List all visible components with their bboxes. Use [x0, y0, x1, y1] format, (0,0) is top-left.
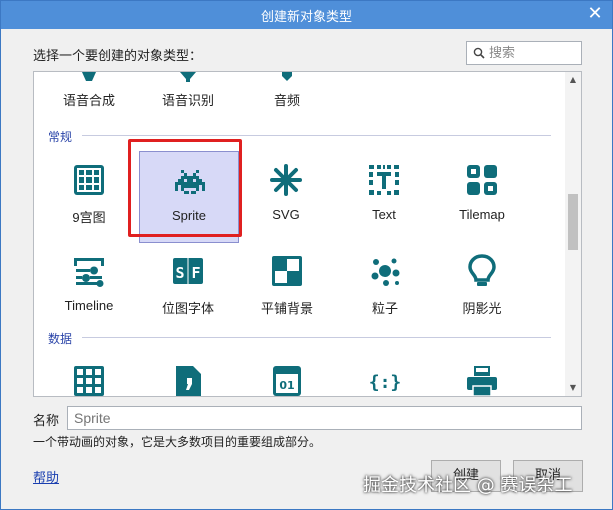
svg-text:01: 01 — [279, 379, 294, 392]
prompt-text: 选择一个要创建的对象类型： — [33, 49, 203, 64]
speech-synthesis-icon — [82, 72, 96, 81]
name-input[interactable] — [67, 406, 582, 430]
svg-text:{:}: {:} — [369, 372, 402, 393]
svg-asterisk-icon — [270, 164, 302, 196]
speech-recognition-icon — [180, 72, 196, 82]
tiled-background-icon — [272, 256, 302, 286]
particles-icon — [371, 258, 400, 286]
audio-icon — [282, 72, 292, 81]
help-link[interactable]: 帮助 — [33, 467, 59, 486]
category-title-general: 常规 — [48, 130, 73, 144]
name-label: 名称 — [33, 414, 60, 429]
object-item-label: 粒子 — [371, 301, 398, 316]
close-icon[interactable]: ✕ — [586, 4, 604, 24]
nine-patch-icon — [74, 165, 104, 195]
scroll-down-icon[interactable]: ▼ — [565, 380, 581, 396]
object-item-label: 语音合成 — [62, 94, 115, 109]
object-item-local-storage[interactable]: 01 — [237, 352, 337, 396]
grid-table-icon — [74, 366, 104, 396]
dialog-title: 创建新对象类型 — [260, 10, 352, 25]
category-title-data: 数据 — [48, 332, 73, 346]
object-item-grid-table[interactable] — [39, 352, 139, 396]
selection-highlight — [128, 139, 242, 237]
svg-text:S: S — [175, 264, 184, 282]
create-object-dialog: 创建新对象类型 ✕ 选择一个要创建的对象类型： 语音合成 语音识别 — [0, 0, 613, 510]
category-divider — [82, 337, 551, 338]
object-item-label: SVG — [272, 207, 300, 222]
object-description: 一个带动画的对象，它是大多数项目的重要组成部分。 — [33, 435, 322, 449]
object-item-printer[interactable] — [432, 352, 532, 396]
object-item-json[interactable]: {:} — [335, 352, 435, 396]
object-item-label: Tilemap — [459, 207, 505, 222]
scroll-thumb[interactable] — [568, 194, 578, 250]
object-item-label: Timeline — [64, 298, 114, 313]
object-item-label: 位图字体 — [161, 301, 214, 316]
object-item-svg[interactable]: SVG — [236, 151, 336, 243]
category-divider — [82, 135, 551, 136]
document-icon — [176, 366, 201, 396]
search-icon — [473, 47, 485, 59]
object-item-label: Text — [372, 207, 396, 222]
object-item-label: 阴影光 — [462, 301, 502, 316]
object-item-bitmap-font[interactable]: S F 位图字体 — [138, 242, 238, 334]
object-item-particles[interactable]: 粒子 — [335, 242, 435, 334]
object-item-speech-synthesis[interactable]: 语音合成 — [39, 72, 139, 132]
search-box[interactable] — [466, 41, 582, 65]
object-item-speech-recognition[interactable]: 语音识别 — [138, 72, 238, 132]
search-input[interactable] — [487, 44, 577, 62]
object-item-tilemap[interactable]: Tilemap — [432, 151, 532, 243]
scroll-up-icon[interactable]: ▲ — [565, 72, 581, 88]
object-item-text[interactable]: Text — [334, 151, 434, 243]
watermark-text: 掘金技术社区 @ 赛误杂工 — [363, 475, 573, 496]
object-item-audio[interactable]: 音频 — [237, 72, 337, 132]
dialog-titlebar[interactable]: 创建新对象类型 ✕ — [1, 1, 612, 29]
local-storage-icon: 01 — [273, 366, 301, 396]
object-item-shadow-light[interactable]: 阴影光 — [432, 242, 532, 334]
shadow-light-icon — [468, 254, 496, 286]
json-icon: {:} — [369, 372, 402, 393]
tilemap-icon — [467, 165, 497, 195]
object-item-label: 平铺背景 — [260, 301, 313, 316]
object-item-document[interactable] — [138, 352, 238, 396]
list-scrollbar[interactable]: ▲ ▼ — [565, 72, 581, 396]
object-item-tiled-background[interactable]: 平铺背景 — [237, 242, 337, 334]
bitmap-font-icon: S F — [173, 258, 203, 284]
svg-text:F: F — [191, 264, 200, 282]
object-item-label: 9宫图 — [72, 210, 106, 225]
object-type-list[interactable]: 语音合成 语音识别 音频 常规 9宫图 Sprite SVG Text Tile… — [33, 71, 582, 397]
object-item-nine-patch[interactable]: 9宫图 — [39, 151, 139, 243]
printer-icon — [467, 366, 497, 396]
object-item-label: 音频 — [273, 94, 300, 109]
object-item-label: 语音识别 — [161, 94, 214, 109]
text-icon — [369, 165, 399, 195]
timeline-icon — [74, 258, 104, 287]
object-item-timeline[interactable]: Timeline — [39, 242, 139, 334]
